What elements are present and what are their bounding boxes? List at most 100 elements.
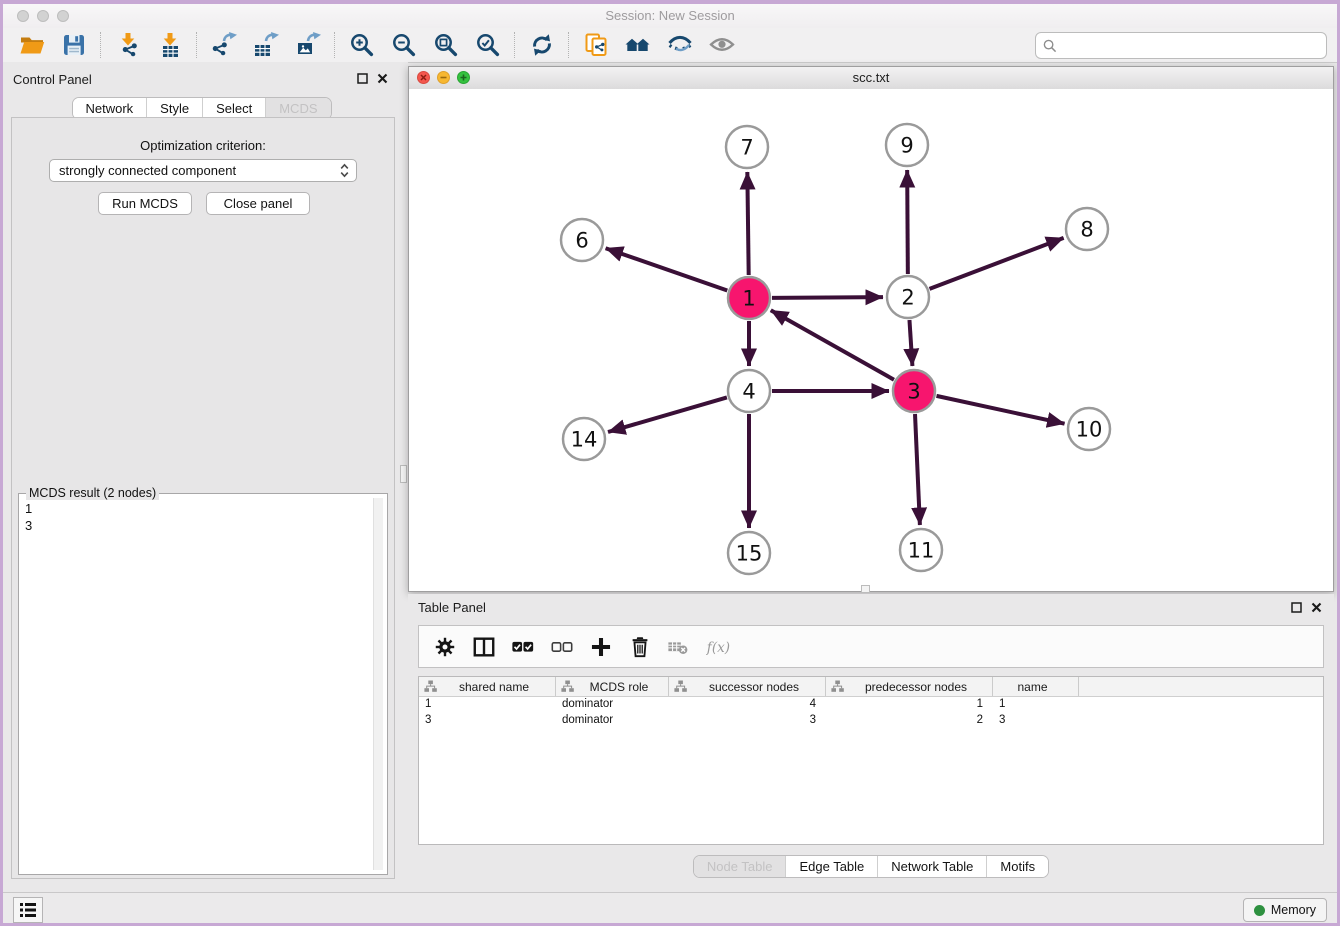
network-canvas[interactable]: 7 9 6 8 1 2 4 3 14 10 15 11 [409,89,1333,591]
tab-style[interactable]: Style [146,98,202,119]
float-panel-icon[interactable] [357,71,368,89]
edge-2-9[interactable] [907,170,908,274]
table-cell[interactable]: 1 [419,697,556,713]
table-cell[interactable]: 1 [826,697,993,713]
tab-node-table[interactable]: Node Table [694,856,786,877]
edge-1-2[interactable] [772,297,883,298]
node-9[interactable]: 9 [886,124,928,166]
splitter-grip[interactable] [400,465,407,483]
result-line: 3 [25,517,369,534]
export-table-icon[interactable] [245,30,287,60]
refresh-icon[interactable] [521,30,563,60]
show-eye-icon[interactable] [701,30,743,60]
memory-button[interactable]: Memory [1243,898,1327,922]
plus-icon[interactable] [589,634,613,660]
hide-eye-icon[interactable] [659,30,701,60]
column-tree-icon [674,680,687,693]
table-cell[interactable]: dominator [556,713,669,729]
network-view-window: scc.txt 7 9 6 8 1 2 4 3 14 10 15 11 [408,66,1334,592]
result-scrollbar[interactable] [373,498,383,870]
table-cell[interactable]: 3 [993,713,1079,729]
tab-network-table[interactable]: Network Table [877,856,986,877]
zoom-fit-icon[interactable] [425,30,467,60]
gear-icon[interactable] [433,634,457,660]
table-cell[interactable]: 1 [993,697,1079,713]
table-row[interactable]: 3dominator323 [419,713,1323,729]
task-history-button[interactable] [13,897,43,923]
dropdown-value: strongly connected component [50,163,340,178]
save-icon[interactable] [53,30,95,60]
node-3[interactable]: 3 [893,370,935,412]
node-15[interactable]: 15 [728,532,770,574]
search-box[interactable] [1035,32,1327,59]
tab-network[interactable]: Network [72,98,146,119]
toolbar-separator [514,32,516,58]
tab-select[interactable]: Select [202,98,265,119]
node-8[interactable]: 8 [1066,208,1108,250]
close-panel-button[interactable]: Close panel [206,192,310,215]
float-table-panel-icon[interactable] [1291,600,1302,618]
node-7[interactable]: 7 [726,126,768,168]
node-4[interactable]: 4 [728,370,770,412]
node-10[interactable]: 10 [1068,408,1110,450]
table-cell[interactable]: 2 [826,713,993,729]
import-network-icon[interactable] [107,30,149,60]
tab-mcds[interactable]: MCDS [265,98,330,119]
edge-3-10[interactable] [936,396,1064,424]
column-label: predecessor nodes [846,680,992,694]
node-label: 15 [736,541,763,565]
column-header-shared-name[interactable]: shared name [419,677,556,696]
tab-edge-table[interactable]: Edge Table [785,856,877,877]
horizontal-splitter-grip[interactable] [861,585,870,593]
network-window-titlebar[interactable]: scc.txt [409,67,1333,90]
zoom-in-icon[interactable] [341,30,383,60]
zoom-selected-icon[interactable] [467,30,509,60]
node-11[interactable]: 11 [900,529,942,571]
zoom-out-icon[interactable] [383,30,425,60]
close-panel-icon[interactable] [377,71,388,89]
search-input[interactable] [1061,35,1326,57]
table-cell[interactable]: 3 [419,713,556,729]
column-header-successor-nodes[interactable]: successor nodes [669,677,826,696]
optimization-criterion-dropdown[interactable]: strongly connected component [49,159,357,182]
clone-network-icon[interactable] [575,30,617,60]
open-folder-icon[interactable] [11,30,53,60]
home-icon[interactable] [617,30,659,60]
node-2[interactable]: 2 [887,276,929,318]
trash-icon[interactable] [628,634,652,660]
check-all-icon[interactable] [511,634,535,660]
dropdown-stepper-icon [340,163,356,178]
table-cell[interactable]: 3 [669,713,826,729]
node-table[interactable]: shared nameMCDS rolesuccessor nodes prede… [418,676,1324,845]
tab-motifs[interactable]: Motifs [986,856,1048,877]
run-mcds-button[interactable]: Run MCDS [98,192,192,215]
column-header-name[interactable]: name [993,677,1079,696]
node-6[interactable]: 6 [561,219,603,261]
table-cell[interactable]: dominator [556,697,669,713]
import-table-icon[interactable] [149,30,191,60]
close-table-panel-icon[interactable] [1311,600,1322,618]
split-pane-icon[interactable] [472,634,496,660]
edge-3-1[interactable] [771,310,894,379]
uncheck-all-icon[interactable] [550,634,574,660]
export-image-icon[interactable] [287,30,329,60]
node-1[interactable]: 1 [728,277,770,319]
table-toolbar: f(x) [418,625,1324,668]
table-cell[interactable]: 4 [669,697,826,713]
table-row[interactable]: 1dominator411 [419,697,1323,713]
column-header-MCDS-role[interactable]: MCDS role [556,677,669,696]
column-header-predecessor-nodes[interactable]: predecessor nodes [826,677,993,696]
edge-1-6[interactable] [606,248,728,290]
table-body: 1dominator4113dominator323 [419,697,1323,729]
edge-4-14[interactable] [608,397,727,432]
node-label: 4 [742,379,755,403]
export-network-icon[interactable] [203,30,245,60]
edge-2-8[interactable] [930,238,1064,289]
column-tree-icon [831,680,844,693]
edge-3-11[interactable] [915,414,920,525]
panel-splitter[interactable] [400,62,408,892]
node-14[interactable]: 14 [563,418,605,460]
table-header-row: shared nameMCDS rolesuccessor nodes prede… [419,677,1323,697]
edge-1-7[interactable] [747,172,748,275]
edge-2-3[interactable] [909,320,912,366]
